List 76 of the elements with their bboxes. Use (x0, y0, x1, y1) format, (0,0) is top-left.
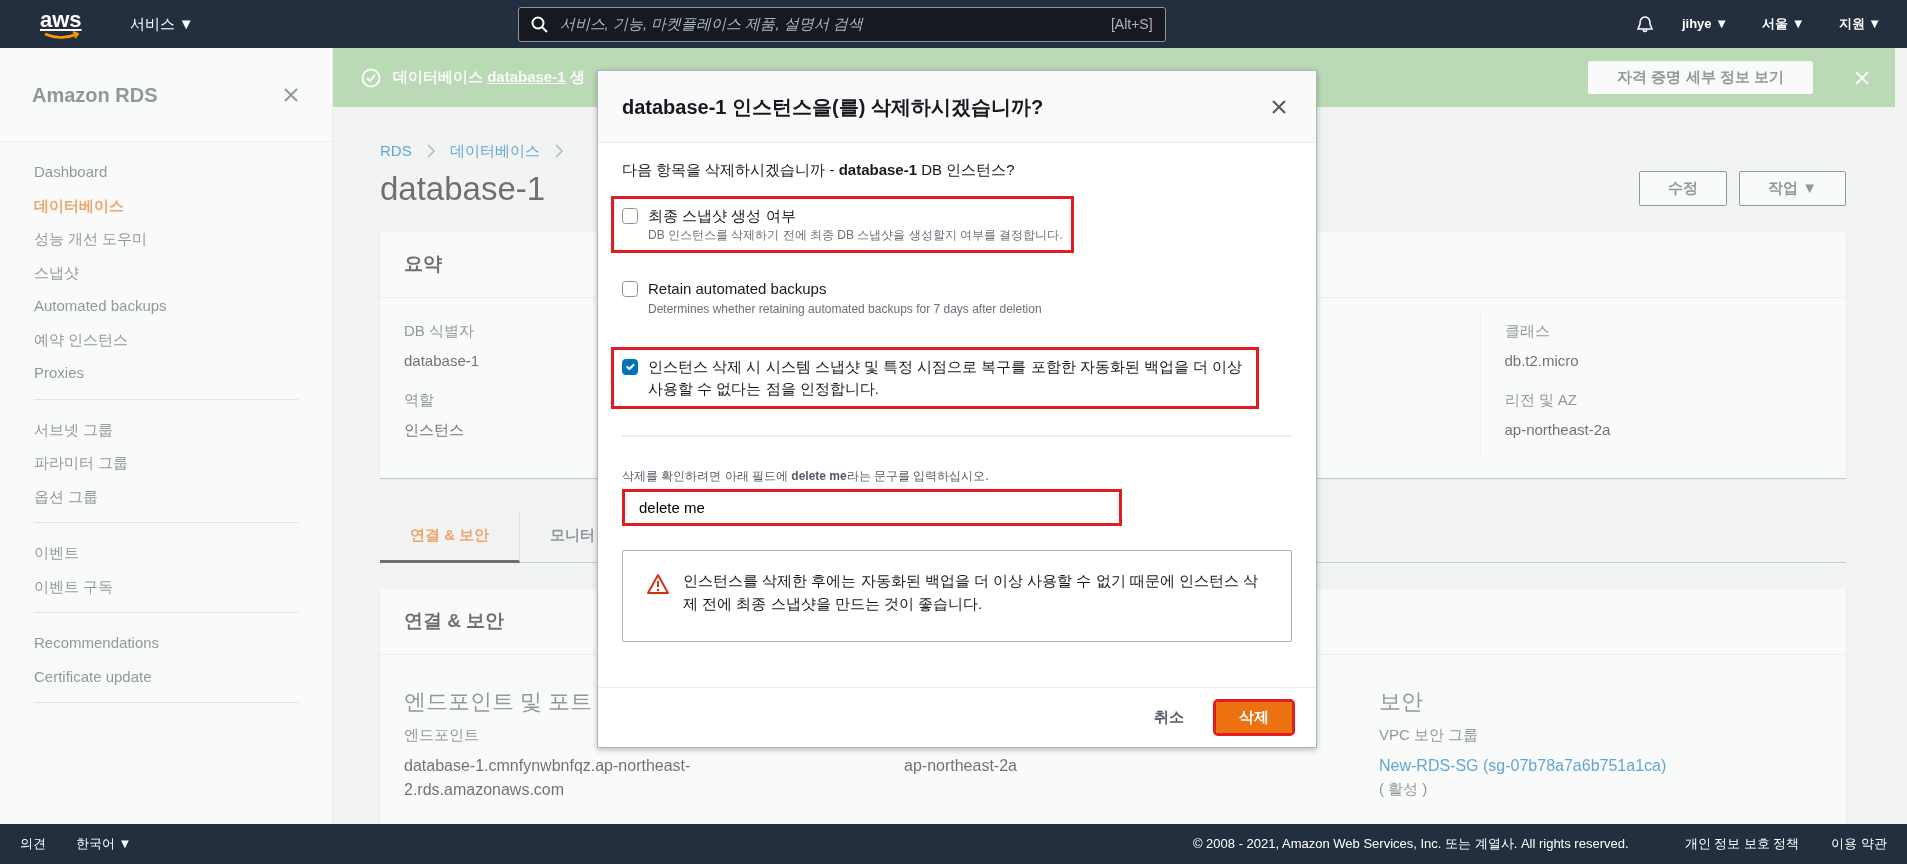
column-heading: 엔드포인트 및 포트 (404, 687, 593, 716)
option-label: 인스턴스 삭제 시 시스템 스냅샷 및 특정 시점으로 복구를 포함한 자동화된 백업을 더 이상 사용할 수 없다는 점을 인정합니다. (648, 357, 1244, 399)
account-menu[interactable]: 지원 ▼ (1832, 13, 1887, 35)
sidebar-item[interactable]: 서브넷 그룹 (34, 413, 298, 447)
column-heading: 보안 (1379, 687, 1423, 716)
warning-icon (647, 572, 669, 595)
field-label: 클래스 (1504, 320, 1550, 341)
tab[interactable]: 연결 & 보안 (380, 511, 521, 564)
field-label: 엔드포인트 (404, 724, 479, 745)
option-label: 최종 스냅샷 생성 여부 (648, 205, 797, 226)
account-menu[interactable]: 서울 ▼ (1756, 13, 1811, 35)
input-field[interactable]: delete me (622, 488, 1122, 526)
footer-link[interactable]: 이용 약관 (1823, 834, 1887, 854)
language-menu[interactable]: 한국어 ▼ (70, 833, 138, 855)
warning-text: 인스턴스를 삭제한 후에는 자동화된 백업을 더 이상 사용할 수 없기 때문에 인스턴스 삭제 전에 최종 스냅샷을 만드는 것이 좋습니다. (683, 570, 1259, 614)
confirm-label: 삭제를 확인하려면 아래 필드에 delete me라는 문구를 입력하십시오. (622, 467, 990, 485)
check-circle-icon (361, 67, 381, 88)
field-label: 역할 (404, 389, 434, 410)
status-text: ( 활성 ) (1379, 779, 1428, 800)
breadcrumb-link[interactable]: 데이터베이스 (449, 140, 540, 163)
banner-link[interactable]: database-1 (487, 68, 566, 86)
checkbox[interactable] (622, 359, 638, 375)
option-description: DB 인스턴스를 삭제하기 전에 최종 DB 스냅샷을 생성할지 여부를 결정합니다. (648, 227, 1063, 245)
credentials-button[interactable]: 자격 증명 세부 정보 보기 (1588, 61, 1813, 94)
checkbox[interactable] (622, 281, 638, 298)
services-menu[interactable]: 서비스 ▼ (123, 11, 200, 37)
dialog-question: 다음 항목을 삭제하시겠습니까 - database-1 DB 인스턴스? (622, 160, 1016, 180)
account-menu[interactable]: jihye ▼ (1675, 13, 1735, 35)
sidebar-item[interactable]: 예약 인스턴스 (34, 323, 298, 357)
sidebar-item[interactable]: Recommendations (34, 627, 298, 661)
sidebar-item[interactable]: 성능 개선 도우미 (34, 223, 298, 257)
option-label: Retain automated backups (648, 279, 828, 300)
option-description: Determines whether retaining automated backups for 7 days after deletion (648, 301, 1042, 318)
sidebar-item[interactable]: Automated backups (34, 290, 298, 324)
field-value: database-1.cmnfynwbnfqz.ap-northeast-2.rds.amazonaws.com (404, 756, 692, 801)
sidebar-item[interactable]: 스냅샷 (34, 256, 298, 290)
actions-dropdown[interactable]: 작업 ▼ (1739, 171, 1846, 206)
field-label: 리전 및 AZ (1504, 389, 1577, 410)
sidebar-item[interactable]: Certificate update (34, 660, 298, 694)
aws-logo[interactable]: aws (40, 8, 82, 40)
sidebar-item[interactable]: 이벤트 구독 (34, 570, 298, 604)
page-title: database-1 (380, 168, 546, 209)
field-label: DB 식별자 (404, 320, 474, 341)
sidebar-title: Amazon RDS (32, 82, 158, 108)
field-value: db.t2.micro (1504, 351, 1579, 372)
field-value: 인스턴스 (404, 420, 464, 441)
shortcut-hint: [Alt+S] (1110, 14, 1153, 34)
field-value: ap-northeast-2a (904, 756, 1017, 777)
cancel-button[interactable]: 취소 (1148, 705, 1190, 730)
checkbox[interactable] (622, 207, 638, 224)
sidebar-item[interactable]: Dashboard (34, 156, 298, 190)
search-input[interactable]: 서비스, 기능, 마켓플레이스 제품, 설명서 검색 (557, 11, 1101, 37)
copyright-text: © 2008 - 2021, Amazon Web Services, Inc. 또는 계열사. All rights reserved. (1192, 835, 1629, 854)
sidebar-item[interactable]: 이벤트 (34, 537, 298, 571)
modify-button[interactable]: 수정 (1639, 171, 1727, 206)
delete-button[interactable]: 삭제 (1216, 702, 1292, 733)
field-value: ap-northeast-2a (1504, 420, 1611, 441)
field-label: VPC 보안 그룹 (1379, 724, 1479, 745)
field-value: database-1 (404, 351, 480, 372)
bell-icon[interactable] (1635, 15, 1654, 33)
footer-link[interactable]: 개인 정보 보호 정책 (1676, 834, 1800, 854)
search-icon (530, 15, 548, 33)
sidebar-item[interactable]: Proxies (34, 357, 298, 391)
dialog-title: database-1 인스턴스을(를) 삭제하시겠습니까? (622, 94, 1044, 119)
breadcrumb-link[interactable]: RDS (380, 140, 412, 163)
search-field[interactable]: 서비스, 기능, 마켓플레이스 제품, 설명서 검색 [Alt+S] (517, 6, 1166, 42)
sidebar-item[interactable]: 파라미터 그룹 (34, 447, 298, 481)
smile-icon (42, 30, 79, 40)
chevron-icon (553, 143, 564, 160)
chevron-icon (425, 143, 436, 160)
close-icon[interactable] (282, 85, 300, 104)
feedback-link[interactable]: 의견 (20, 834, 46, 854)
banner-message: 데이터베이스 database-1 생 (393, 67, 585, 88)
security-group-link[interactable]: New-RDS-SG (sg-07b78a7a6b751a1ca) (1379, 754, 1667, 779)
sidebar-item[interactable]: 옵션 그룹 (34, 480, 298, 514)
sidebar-item[interactable]: 데이터베이스 (34, 189, 298, 223)
